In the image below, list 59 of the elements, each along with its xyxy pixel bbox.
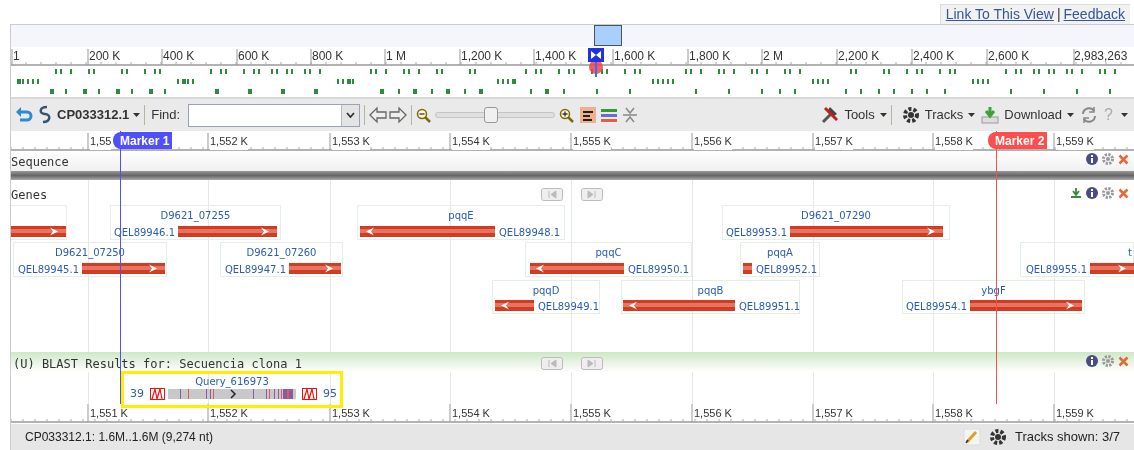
ruler-label: 1,800 K [689,48,731,65]
gene-label[interactable]: pqqD [532,283,560,298]
ruler-label: 1,559 K [1056,406,1094,421]
protein-label[interactable]: QEL89945.1 [17,262,79,277]
ruler-label: 800 K [312,48,344,65]
ruler-label: 2,200 K [838,48,880,65]
ruler-label: 1,552 K [210,406,248,421]
ruler-label: 1,600 K [614,48,656,65]
ruler-label: 2,600 K [988,48,1030,65]
ruler-label: 2,400 K [913,48,955,65]
ruler-label: 200 K [89,48,121,65]
protein-label[interactable]: QEL89950.1 [628,262,690,277]
ruler-label: 2 M [763,48,783,65]
ruler-label: 1,400 K [535,48,577,65]
protein-label[interactable]: QEL89949.1 [538,299,600,314]
protein-label[interactable]: QEL89951.1 [739,299,801,314]
track-title: Sequence [11,154,69,171]
ruler-label: 1,556 K [694,406,732,421]
ruler-label: 1,551 K [90,406,128,421]
toolbar-menu-button[interactable]: Tracks [901,105,976,125]
marker-tag[interactable]: Marker 1 [113,132,173,149]
protein-label[interactable]: QEL89953.1 [725,225,787,240]
hit-label[interactable]: Query_616973 [195,374,269,389]
tracks-shown-label: Tracks shown: 3/7 [1015,428,1120,447]
gene-label[interactable]: D9621_07260 [246,245,317,260]
header-link[interactable]: Feedback [1063,4,1125,25]
header-link[interactable]: Link To This View [945,4,1054,25]
gene-label[interactable]: pqqA [767,245,793,260]
gene-label[interactable]: t [1128,245,1132,260]
ruler-label: 1,555 K [573,406,611,421]
gene-label[interactable]: pqqB [697,283,724,298]
ruler-label: 400 K [163,48,195,65]
gene-label[interactable]: pqqC [595,245,622,260]
ruler-label: 1,557 K [815,406,853,421]
ruler-label: 2,983,263 [1074,48,1128,65]
toolbar-menu-button[interactable]: Tools [821,105,887,125]
protein-label[interactable]: QEL89955.1 [1025,262,1087,277]
ruler-label: 1,554 K [452,406,490,421]
protein-label[interactable]: QEL89954.1 [905,299,967,314]
toolbar-menu-button[interactable]: Download [981,105,1075,125]
gene-label[interactable]: D9621_07290 [801,208,871,223]
gene-label[interactable]: pqqE [448,208,474,223]
ruler-label: 1 [13,48,20,65]
ruler-label: 1 M [386,48,406,65]
link-separator: | [1056,5,1061,24]
protein-label[interactable]: QEL89952.1 [756,262,818,277]
hit-start: 39 [130,386,144,402]
ruler-label: 1,200 K [461,48,503,65]
status-text: CP033312.1: 1.6M..1.6M (9,274 nt) [25,429,214,446]
sequence-dropdown[interactable]: CP033312.1 [57,105,141,125]
find-label: Find: [151,106,181,125]
protein-label[interactable]: QEL89948.1 [499,225,561,240]
ruler-label: 1,553 K [332,406,370,421]
ruler-label: 1,558 K [935,406,973,421]
track-title: Genes [11,187,48,204]
protein-label[interactable]: QEL89947.1 [224,262,286,277]
ruler-label: 600 K [238,48,270,65]
gene-label[interactable]: D9621_07255 [160,208,231,223]
hit-end: 95 [323,386,337,402]
